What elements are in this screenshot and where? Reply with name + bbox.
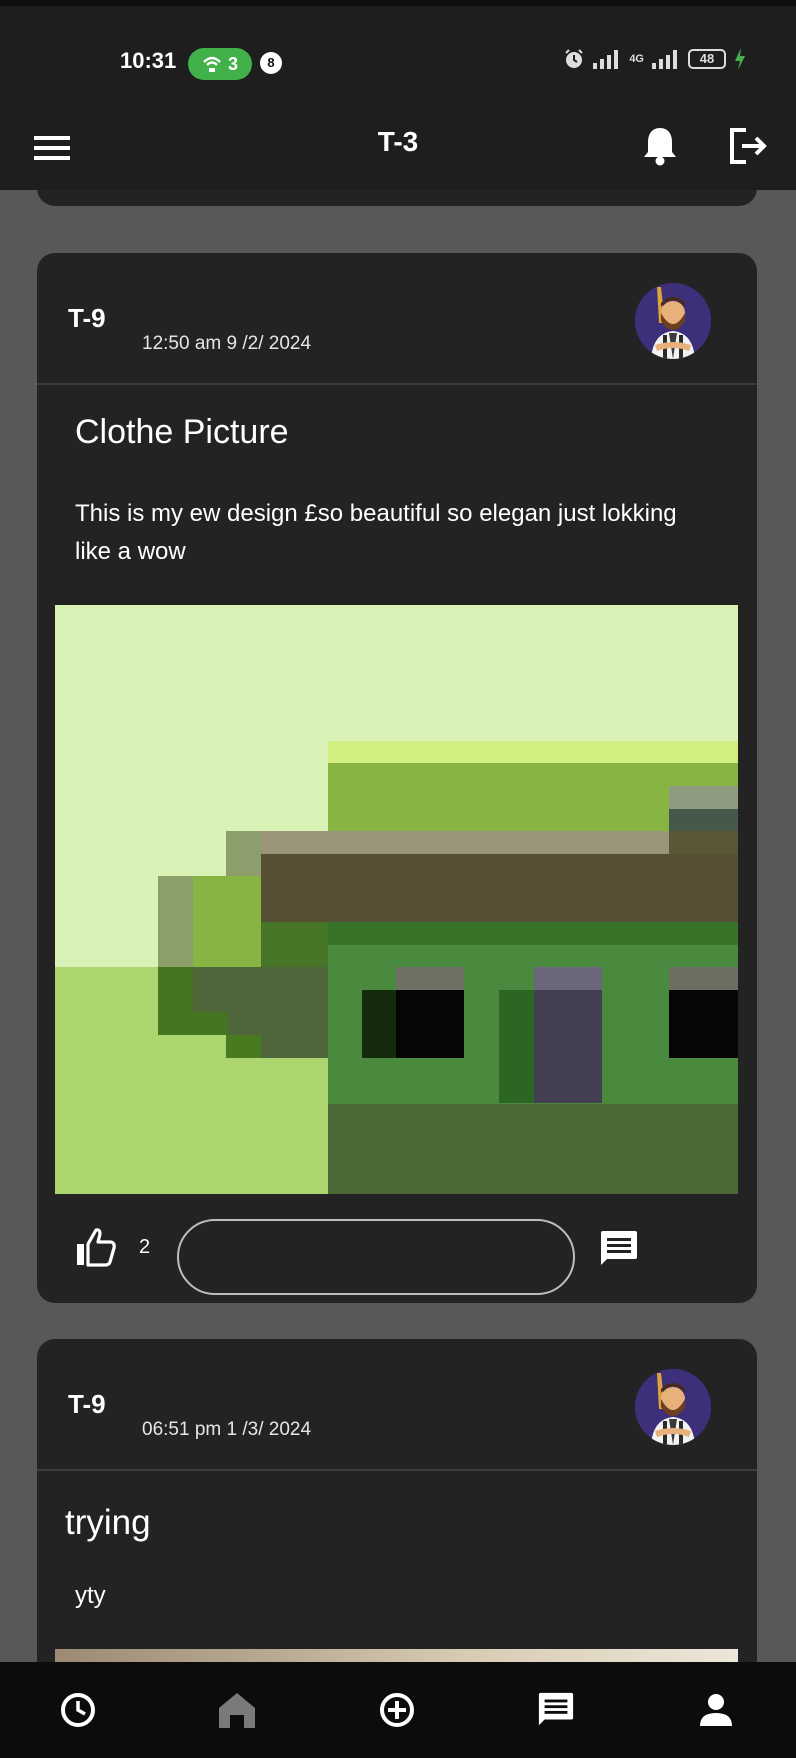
charging-icon [735,48,745,70]
status-icons: 4G 48 [563,48,746,70]
post-image[interactable] [55,1649,738,1662]
battery-indicator: 48 [688,49,726,69]
post-body: This is my ew design £so beautiful so el… [75,500,677,565]
comment-icon[interactable] [599,1229,639,1269]
nav-profile[interactable] [692,1686,740,1734]
hotspot-indicator: 3 [188,48,252,80]
bell-icon [644,128,676,166]
app-bar: T-3 [0,104,796,190]
post-body: yty [75,1582,106,1609]
nav-history[interactable] [54,1686,102,1734]
avatar[interactable] [635,283,711,359]
card-divider [37,383,757,385]
post-timestamp: 12:50 am 9 /2/ 2024 [142,333,312,354]
post-feed[interactable]: T-9 12:50 am 9 /2/ 2024 Clothe Picture T… [0,190,796,1662]
post-card-previous [37,190,757,206]
hotspot-count: 3 [227,53,238,74]
status-time: 10:31 [120,48,177,73]
post-author[interactable]: T-9 [68,303,106,334]
home-icon [219,1693,255,1728]
post-title: trying [65,1503,151,1542]
like-icon[interactable] [75,1227,117,1267]
alarm-icon [565,49,584,68]
card-divider [37,1469,757,1471]
logout-button[interactable] [724,122,772,170]
network-type: 4G [629,53,644,65]
hotspot-icon [203,56,221,72]
post-author[interactable]: T-9 [68,1389,106,1420]
avatar-image [635,283,711,359]
post-timestamp: 06:51 pm 1 /3/ 2024 [142,1419,312,1440]
signal-icon-2 [652,50,677,69]
signal-icon [593,50,619,69]
add-circle-icon [380,1693,414,1727]
post-card: T-9 12:50 am 9 /2/ 2024 Clothe Picture T… [37,253,757,1303]
notifications-button[interactable] [636,122,684,170]
like-row: 2 [75,1227,150,1267]
avatar-image [635,1369,711,1445]
post-card: T-9 06:51 pm 1 /3/ 2024 trying yty [37,1339,757,1662]
nav-add-post[interactable] [373,1686,421,1734]
avatar[interactable] [635,1369,711,1445]
notification-count: 8 [260,52,282,74]
like-count: 2 [139,1235,151,1258]
post-title: Clothe Picture [75,413,289,451]
nav-chat[interactable] [532,1686,580,1734]
history-icon [61,1693,95,1727]
profile-icon [700,1694,732,1726]
status-bar: 10:31 3 8 4G 48 [0,0,796,110]
comment-input[interactable] [177,1219,575,1295]
post-image[interactable] [55,605,738,1194]
logout-icon [730,128,767,164]
nav-home[interactable] [213,1686,261,1734]
chat-icon [538,1692,574,1726]
bottom-nav [0,1662,796,1758]
